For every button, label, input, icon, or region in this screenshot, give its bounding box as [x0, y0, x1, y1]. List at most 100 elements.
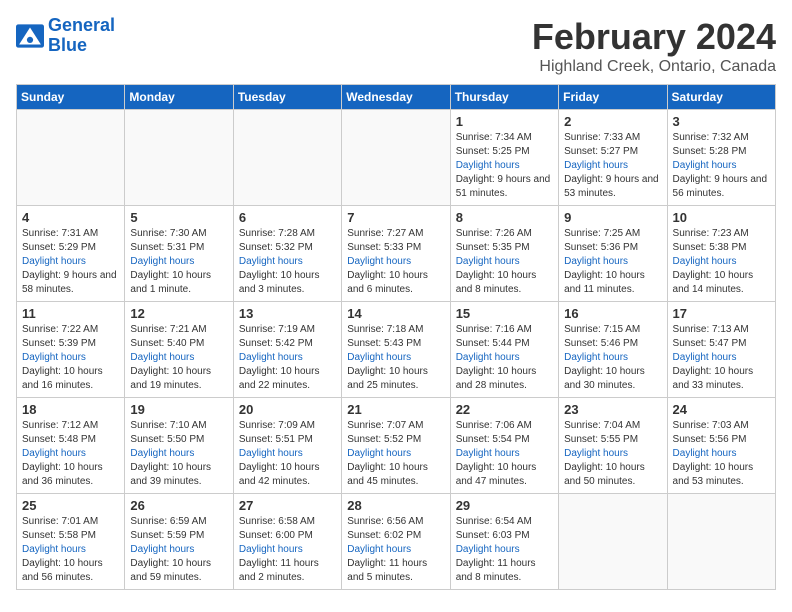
header-cell-thursday: Thursday [450, 85, 558, 110]
daylight-label: Daylight hours [347, 352, 411, 363]
sunrise-text: Sunrise: 7:32 AM [673, 132, 749, 143]
sunset-text: Sunset: 5:40 PM [130, 338, 204, 349]
daylight-label: Daylight hours [239, 256, 303, 267]
day-info: Sunrise: 7:15 AMSunset: 5:46 PMDaylight … [564, 323, 661, 393]
sunset-text: Sunset: 5:38 PM [673, 242, 747, 253]
daylight-text: Daylight: 10 hours and 22 minutes. [239, 366, 320, 391]
day-number: 8 [456, 210, 553, 225]
calendar-cell: 6Sunrise: 7:28 AMSunset: 5:32 PMDaylight… [233, 206, 341, 302]
day-info: Sunrise: 7:22 AM Sunset: 5:39 PM Daylight … [22, 323, 119, 393]
sunset-text: Sunset: 5:31 PM [130, 242, 204, 253]
day-info: Sunrise: 6:59 AM Sunset: 5:59 PM Daylight … [130, 515, 227, 585]
calendar-cell [667, 494, 775, 590]
day-number: 25 [22, 498, 119, 513]
calendar-cell: 8Sunrise: 7:26 AMSunset: 5:35 PMDaylight… [450, 206, 558, 302]
calendar-cell [559, 494, 667, 590]
sunrise-text: Sunrise: 7:06 AM [456, 420, 532, 431]
daylight-text: Daylight: 10 hours and 56 minutes. [22, 558, 103, 583]
day-info: Sunrise: 7:21 AMSunset: 5:40 PMDaylight … [130, 323, 227, 393]
calendar-cell: 12 Sunrise: 7:21 AMSunset: 5:40 PMDayligh… [125, 302, 233, 398]
day-number: 26 [130, 498, 227, 513]
daylight-label: Daylight hours [22, 544, 86, 555]
daylight-text: Daylight: 10 hours and 30 minutes. [564, 366, 645, 391]
day-number: 14 [347, 306, 444, 321]
daylight-text: Daylight: 10 hours and 1 minute. [130, 270, 211, 295]
daylight-label: Daylight hours [22, 352, 86, 363]
sunrise-text: Sunrise: 7:03 AM [673, 420, 749, 431]
day-number: 12 [130, 306, 227, 321]
calendar-cell: 22Sunrise: 7:06 AMSunset: 5:54 PMDayligh… [450, 398, 558, 494]
daylight-label: Daylight hours [456, 352, 520, 363]
logo-text-line2: Blue [48, 36, 115, 56]
day-info: Sunrise: 7:31 AMSunset: 5:29 PMDaylight … [22, 227, 119, 297]
calendar-cell: 5Sunrise: 7:30 AMSunset: 5:31 PMDaylight… [125, 206, 233, 302]
calendar-cell [233, 110, 341, 206]
daylight-label: Daylight hours [456, 544, 520, 555]
daylight-label: Daylight hours [22, 256, 86, 267]
day-info: Sunrise: 7:07 AMSunset: 5:52 PMDaylight … [347, 419, 444, 489]
calendar-cell [125, 110, 233, 206]
daylight-label: Daylight hours [564, 448, 628, 459]
sunrise-text: Sunrise: 7:27 AM [347, 228, 423, 239]
sunrise-text: Sunrise: 7:09 AM [239, 420, 315, 431]
sunrise-text: Sunrise: 7:22 AM [22, 324, 98, 335]
location-title: Highland Creek, Ontario, Canada [532, 58, 776, 76]
daylight-text: Daylight: 10 hours and 19 minutes. [130, 366, 211, 391]
week-row-2: 11Sunrise: 7:22 AMSunset: 5:39 PMDayligh… [17, 302, 776, 398]
sunrise-text: Sunrise: 6:59 AM [130, 516, 206, 527]
calendar-cell: 28Sunrise: 6:56 AMSunset: 6:02 PMDayligh… [342, 494, 450, 590]
calendar-cell: 7Sunrise: 7:27 AMSunset: 5:33 PMDaylight… [342, 206, 450, 302]
calendar-cell [342, 110, 450, 206]
day-info: Sunrise: 7:23 AMSunset: 5:38 PMDaylight … [673, 227, 770, 297]
sunset-text: Sunset: 5:59 PM [130, 530, 204, 541]
sunset-text: Sunset: 6:03 PM [456, 530, 530, 541]
sunset-text: Sunset: 5:56 PM [673, 434, 747, 445]
daylight-label: Daylight hours [564, 352, 628, 363]
sunset-text: Sunset: 5:47 PM [673, 338, 747, 349]
daylight-text: Daylight: 10 hours and 39 minutes. [130, 462, 211, 487]
daylight-label: Daylight hours [22, 448, 86, 459]
sunset-text: Sunset: 5:39 PM [22, 338, 96, 349]
sunset-text: Sunset: 5:55 PM [564, 434, 638, 445]
sunrise-text: Sunrise: 7:10 AM [130, 420, 206, 431]
week-row-4: 25Sunrise: 7:01 AMSunset: 5:58 PMDayligh… [17, 494, 776, 590]
sunset-text: Sunset: 5:46 PM [564, 338, 638, 349]
day-number: 21 [347, 402, 444, 417]
day-number: 29 [456, 498, 553, 513]
daylight-label: Daylight hours [130, 448, 194, 459]
day-info: Sunrise: 7:13 AM Sunset: 5:47 PM Daylight … [673, 323, 770, 393]
daylight-text: Daylight: 10 hours and 28 minutes. [456, 366, 537, 391]
daylight-text: Daylight: 11 hours and 2 minutes. [239, 558, 319, 583]
daylight-text: Daylight: 10 hours and 45 minutes. [347, 462, 428, 487]
daylight-label: Daylight hours [673, 160, 737, 171]
sunrise-text: Sunrise: 7:33 AM [564, 132, 640, 143]
day-number: 4 [22, 210, 119, 225]
daylight-label: Daylight hours [239, 352, 303, 363]
daylight-label: Daylight hours [347, 256, 411, 267]
daylight-text: Daylight: 10 hours and 50 minutes. [564, 462, 645, 487]
day-number: 20 [239, 402, 336, 417]
daylight-text: Daylight: 9 hours and 58 minutes. [22, 270, 117, 295]
daylight-label: Daylight hours [673, 256, 737, 267]
day-number: 28 [347, 498, 444, 513]
sunrise-text: Sunrise: 6:54 AM [456, 516, 532, 527]
day-number: 15 [456, 306, 553, 321]
header: General Blue February 2024 Highland Cree… [16, 16, 776, 76]
header-cell-monday: Monday [125, 85, 233, 110]
day-number: 23 [564, 402, 661, 417]
daylight-text: Daylight: 10 hours and 14 minutes. [673, 270, 754, 295]
daylight-text: Daylight: 10 hours and 3 minutes. [239, 270, 320, 295]
daylight-label: Daylight hours [673, 352, 737, 363]
header-cell-tuesday: Tuesday [233, 85, 341, 110]
sunset-text: Sunset: 5:44 PM [456, 338, 530, 349]
day-info: Sunrise: 7:30 AMSunset: 5:31 PMDaylight … [130, 227, 227, 297]
daylight-label: Daylight hours [239, 544, 303, 555]
sunrise-text: Sunrise: 7:07 AM [347, 420, 423, 431]
daylight-label: Daylight hours [130, 544, 194, 555]
daylight-text: Daylight: 10 hours and 16 minutes. [22, 366, 103, 391]
daylight-text: Daylight: 10 hours and 36 minutes. [22, 462, 103, 487]
sunrise-text: Sunrise: 7:13 AM [673, 324, 749, 335]
daylight-label: Daylight hours [130, 352, 194, 363]
sunset-text: Sunset: 5:58 PM [22, 530, 96, 541]
day-info: Sunrise: 6:58 AMSunset: 6:00 PMDaylight … [239, 515, 336, 585]
